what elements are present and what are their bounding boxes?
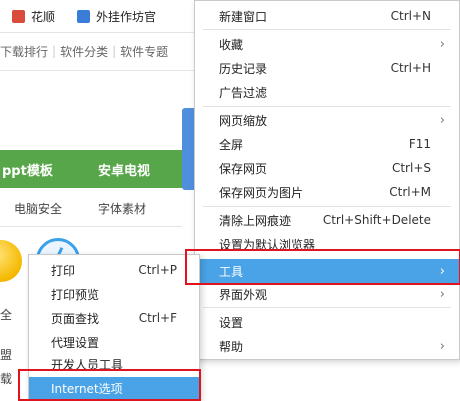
- category-row: 电脑安全 字体素材: [0, 196, 182, 220]
- divider: [0, 226, 182, 227]
- menu-item-history[interactable]: 历史记录 Ctrl+H: [195, 57, 459, 79]
- submenu-arrow-icon: ›: [439, 286, 445, 302]
- tools-submenu: 打印 Ctrl+P 打印预览 页面查找 Ctrl+F 代理设置 开发人员工具 I…: [28, 254, 200, 400]
- menu-item-favorites[interactable]: 收藏 ›: [195, 33, 459, 55]
- category-link[interactable]: ppt模板: [2, 160, 53, 179]
- menu-separator: [203, 307, 451, 308]
- bookmarks-bar: 花顺 外挂作坊官: [0, 0, 200, 32]
- divider: [0, 32, 200, 33]
- nav-link[interactable]: 下载排行: [0, 43, 48, 60]
- bookmark-item[interactable]: 花顺: [31, 8, 55, 25]
- submenu-item-find-in-page[interactable]: 页面查找 Ctrl+F: [29, 307, 199, 329]
- nav-separator: |: [112, 44, 117, 58]
- menu-separator: [203, 206, 451, 207]
- nav-link[interactable]: 软件专题: [120, 43, 168, 60]
- menu-separator: [203, 29, 451, 30]
- bg-text: 盟: [0, 348, 13, 362]
- bg-text: 全: [0, 308, 13, 322]
- menu-item-save-as-image[interactable]: 保存网页为图片 Ctrl+M: [195, 181, 459, 203]
- menu-item-new-window[interactable]: 新建窗口 Ctrl+N: [195, 5, 459, 27]
- category-link[interactable]: 安卓电视: [98, 160, 150, 179]
- floating-side-tab[interactable]: [182, 108, 194, 190]
- bookmark-icon: [12, 9, 25, 23]
- menu-item-fullscreen[interactable]: 全屏 F11: [195, 133, 459, 155]
- menu-item-settings[interactable]: 设置: [195, 311, 459, 333]
- green-category-bar: ppt模板 安卓电视: [0, 150, 182, 188]
- menu-item-save-page[interactable]: 保存网页 Ctrl+S: [195, 157, 459, 179]
- menu-item-clear-traces[interactable]: 清除上网痕迹 Ctrl+Shift+Delete: [195, 209, 459, 231]
- menu-separator: [203, 106, 451, 107]
- category-link[interactable]: 电脑安全: [14, 200, 62, 217]
- submenu-item-internet-options[interactable]: Internet选项: [29, 377, 199, 399]
- menu-item-tools[interactable]: 工具 ›: [195, 259, 459, 283]
- category-link[interactable]: 字体素材: [98, 200, 146, 217]
- submenu-item-print[interactable]: 打印 Ctrl+P: [29, 259, 199, 281]
- nav-separator: |: [52, 44, 57, 58]
- submenu-item-developer-tools[interactable]: 开发人员工具: [29, 353, 199, 375]
- bookmark-item[interactable]: 外挂作坊官: [96, 8, 156, 25]
- menu-item-set-default-browser[interactable]: 设置为默认浏览器: [195, 233, 459, 255]
- divider: [0, 70, 200, 71]
- submenu-item-print-preview[interactable]: 打印预览: [29, 283, 199, 305]
- bg-text: 载: [0, 372, 13, 386]
- submenu-arrow-icon: ›: [439, 112, 445, 128]
- menu-item-ad-filter[interactable]: 广告过滤: [195, 81, 459, 103]
- bookmark-icon: [77, 9, 91, 23]
- submenu-arrow-icon: ›: [439, 263, 445, 279]
- submenu-item-proxy-settings[interactable]: 代理设置: [29, 331, 199, 353]
- menu-item-appearance[interactable]: 界面外观 ›: [195, 283, 459, 305]
- nav-link[interactable]: 软件分类: [60, 43, 108, 60]
- site-nav: 下载排行 | 软件分类 | 软件专题: [0, 38, 200, 64]
- menu-item-zoom[interactable]: 网页缩放 ›: [195, 109, 459, 131]
- app-icon[interactable]: [0, 240, 22, 282]
- menu-item-help[interactable]: 帮助 ›: [195, 335, 459, 357]
- screenshot: 花顺 外挂作坊官 下载排行 | 软件分类 | 软件专题 ppt模板 安卓电视 电…: [0, 0, 460, 401]
- browser-main-menu: 新建窗口 Ctrl+N 收藏 › 历史记录 Ctrl+H 广告过滤 网页缩放 ›…: [194, 0, 460, 360]
- submenu-arrow-icon: ›: [439, 36, 445, 52]
- submenu-arrow-icon: ›: [439, 338, 445, 354]
